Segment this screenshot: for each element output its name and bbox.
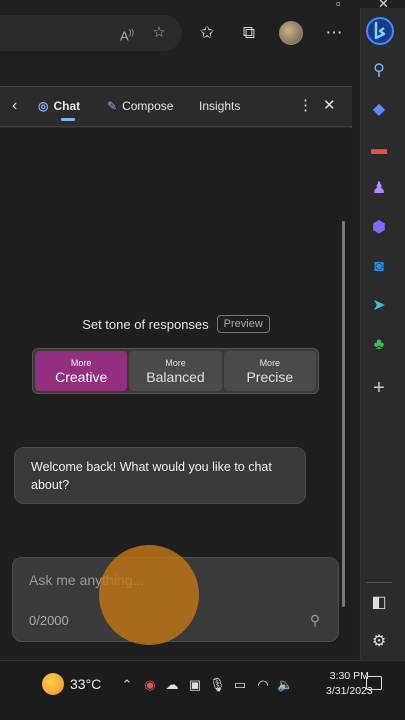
volume-icon[interactable]: 🔈	[277, 677, 293, 693]
pin-icon[interactable]: ⚲	[305, 612, 325, 632]
tone-label: Balanced	[146, 368, 205, 385]
toolbox-icon[interactable]: ▬	[368, 139, 390, 161]
address-bar[interactable]: A)) ☆	[0, 15, 182, 51]
outlook-icon[interactable]: ◙	[368, 256, 390, 278]
tone-label: Creative	[55, 368, 108, 385]
tone-title: Set tone of responses	[82, 316, 209, 332]
sun-icon	[42, 673, 64, 695]
read-aloud-icon[interactable]: A))	[116, 22, 138, 44]
battery-icon[interactable]: ▭	[232, 677, 248, 693]
browser-toolbar: A)) ☆ ✩ ⧉ ⋯	[0, 8, 360, 58]
tab-compose[interactable]: ✎ Compose	[107, 99, 173, 113]
window-title-bar: ▫ ✕	[0, 0, 405, 11]
tag-icon[interactable]: ◆	[368, 99, 390, 121]
temperature: 33°C	[70, 676, 102, 692]
notifications-icon[interactable]	[366, 676, 382, 690]
taskbar: 33°C ⌃ ◉ ☁ ▣ 🎙 ▭ ◠ 🔈 3:30 PM 3/31/2023	[0, 660, 405, 720]
tone-prefix: More	[259, 357, 281, 368]
tone-prefix: More	[70, 357, 92, 368]
search-icon[interactable]: ⚲	[368, 60, 390, 82]
welcome-message: Welcome back! What would you like to cha…	[14, 447, 306, 504]
chat-panel: ‹ ◎ Chat ✎ Compose Insights ⋮ ✕ Set tone…	[0, 86, 352, 661]
tab-label: Chat	[53, 99, 81, 113]
tone-label: Precise	[246, 368, 294, 385]
camera-icon[interactable]: ▣	[187, 677, 203, 693]
send-icon[interactable]: ➤	[368, 295, 390, 317]
tone-precise-button[interactable]: More Precise	[223, 351, 316, 391]
favorites-icon[interactable]: ✩	[196, 22, 218, 44]
chat-input-box[interactable]: 0/2000 ⚲	[12, 557, 339, 642]
sidebar-toggle-icon[interactable]: ◧	[368, 592, 390, 614]
add-icon[interactable]: +	[368, 377, 390, 399]
tab-insights[interactable]: Insights	[199, 99, 240, 113]
chat-icon: ◎	[38, 99, 49, 113]
bing-chat-icon[interactable]	[365, 14, 395, 48]
add-favorite-icon[interactable]: ☆	[148, 22, 170, 44]
preview-badge: Preview	[216, 315, 270, 333]
tone-balanced-button[interactable]: More Balanced	[129, 351, 222, 391]
panel-header: ‹ ◎ Chat ✎ Compose Insights ⋮ ✕	[0, 87, 352, 127]
tab-label: Compose	[122, 99, 174, 113]
sidebar-divider	[366, 582, 392, 583]
office-icon[interactable]: ⬢	[368, 217, 390, 239]
tone-prefix: More	[165, 357, 186, 368]
more-icon[interactable]: ⋮	[298, 97, 313, 115]
wifi-icon[interactable]: ◠	[255, 677, 271, 693]
microphone-icon[interactable]: 🎙	[209, 677, 226, 693]
record-icon[interactable]: ◉	[142, 677, 158, 693]
settings-icon[interactable]: ⚙	[368, 631, 390, 653]
close-panel-icon[interactable]: ✕	[323, 97, 336, 115]
games-icon[interactable]: ♟	[368, 178, 390, 200]
collections-icon[interactable]: ⧉	[238, 22, 260, 44]
tone-heading: Set tone of responses Preview	[0, 315, 352, 333]
compose-icon: ✎	[107, 99, 118, 113]
active-tab-indicator	[61, 118, 75, 121]
char-count: 0/2000	[29, 613, 69, 628]
tree-icon[interactable]: ♣	[368, 334, 390, 356]
more-options-icon[interactable]: ⋯	[323, 22, 345, 44]
cloud-icon[interactable]: ☁	[164, 677, 180, 693]
chevron-up-icon[interactable]: ⌃	[119, 677, 135, 693]
tone-creative-button[interactable]: More Creative	[35, 351, 128, 391]
tone-selector: More Creative More Balanced More Precise	[32, 348, 319, 394]
tab-label: Insights	[199, 99, 241, 113]
profile-avatar[interactable]	[279, 21, 303, 45]
chat-input[interactable]	[29, 568, 309, 592]
tab-chat[interactable]: ◎ Chat	[38, 99, 80, 113]
back-icon[interactable]: ‹	[12, 97, 30, 115]
scrollbar[interactable]	[342, 221, 345, 607]
weather-widget[interactable]: 33°C	[42, 673, 101, 695]
